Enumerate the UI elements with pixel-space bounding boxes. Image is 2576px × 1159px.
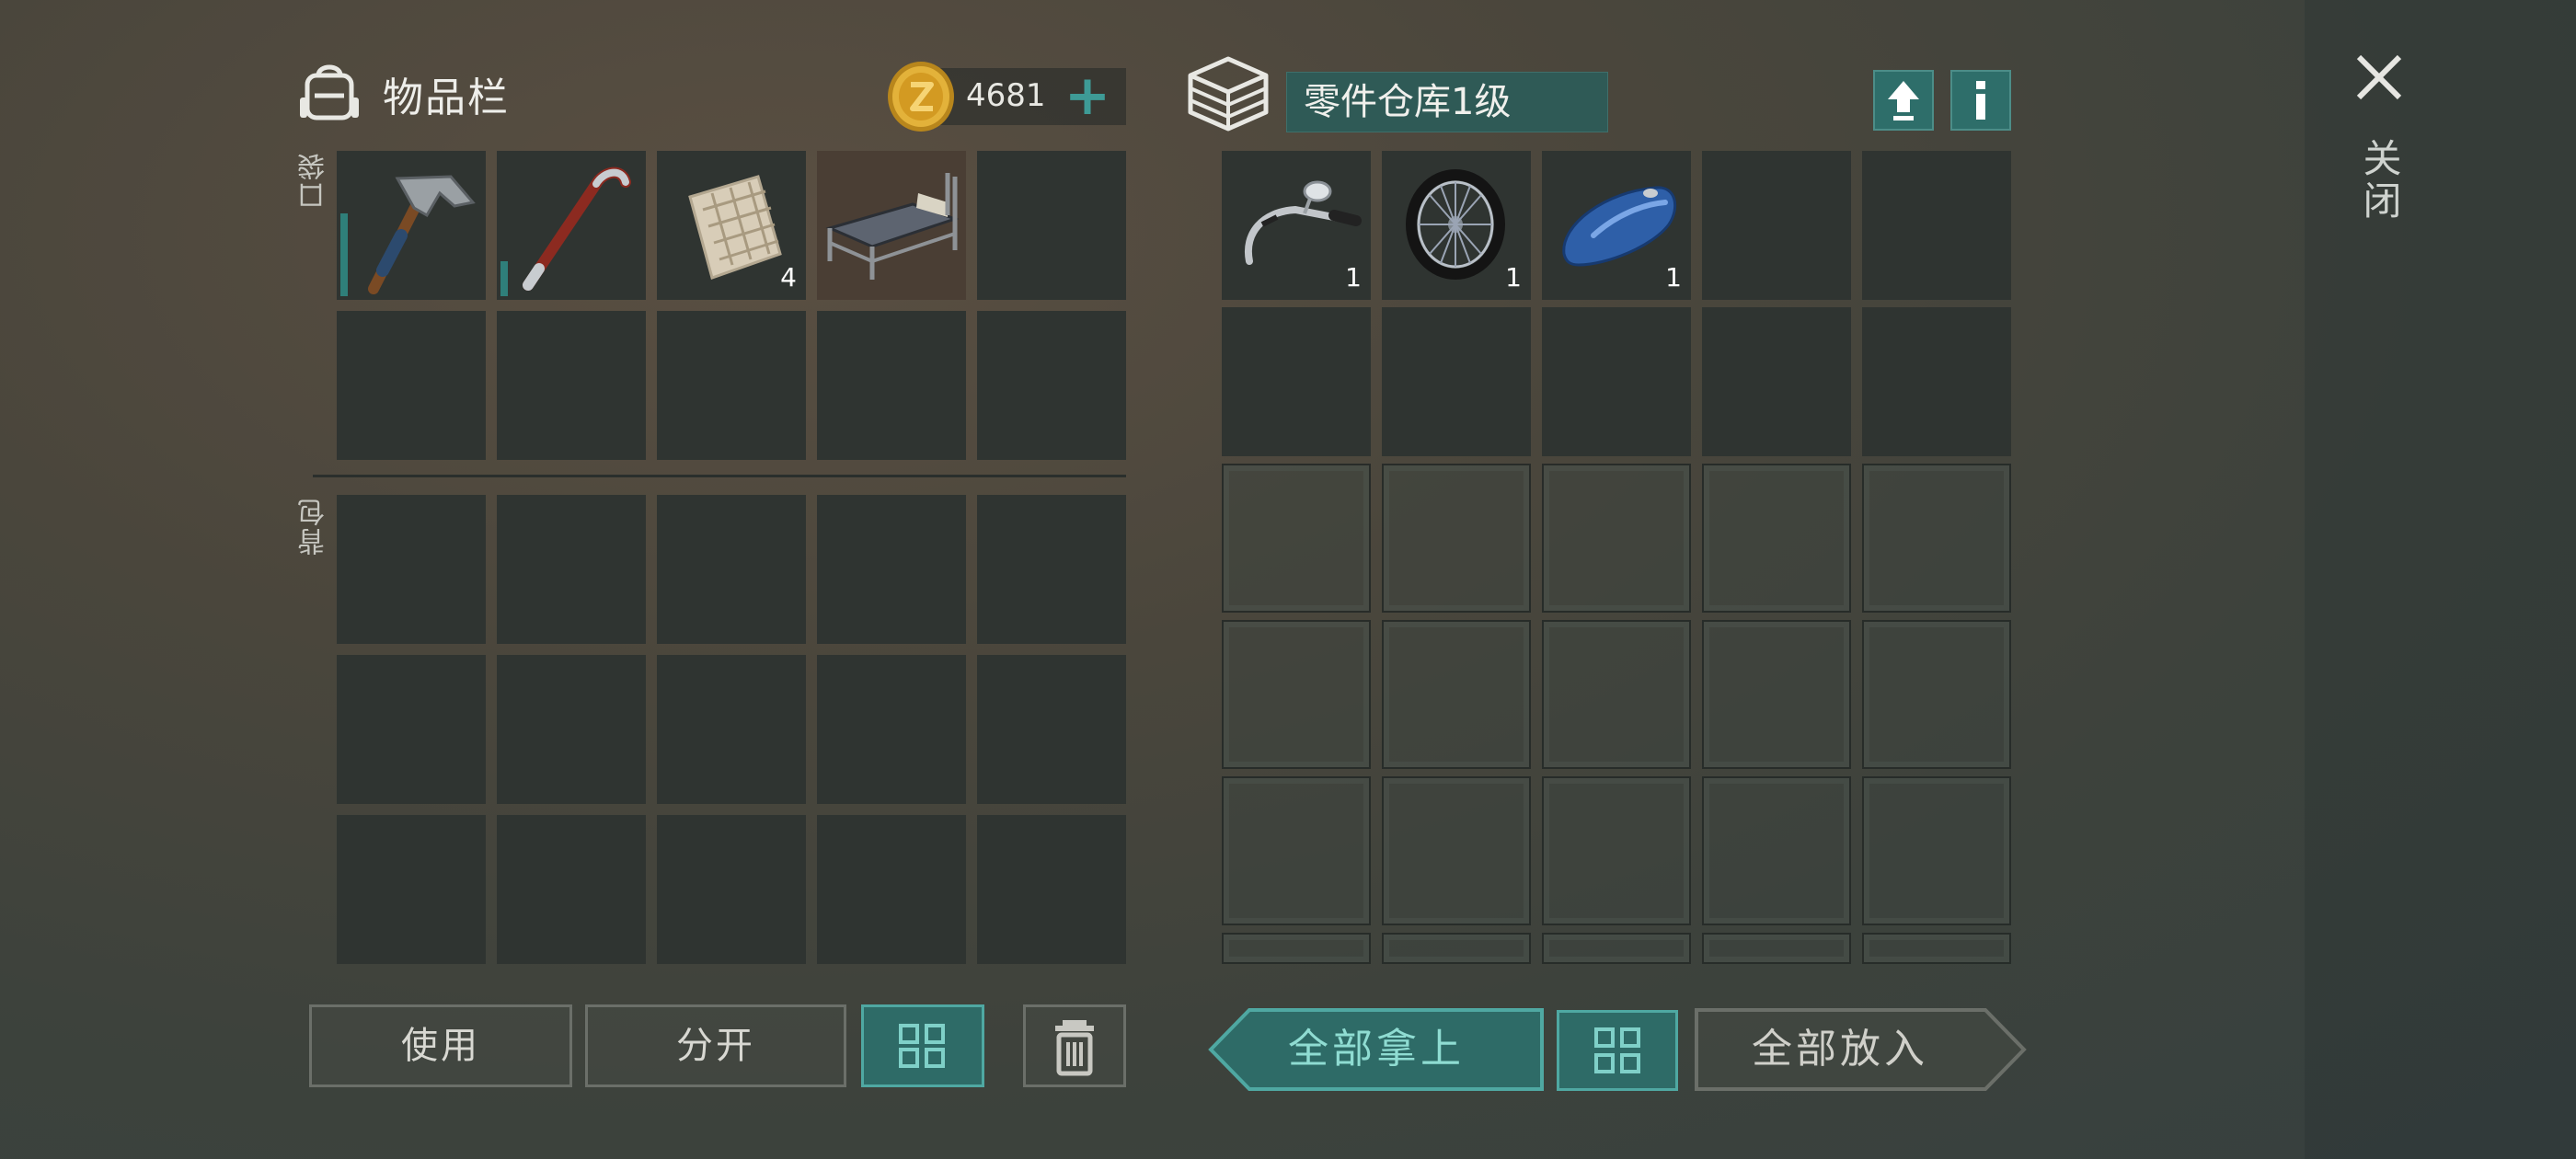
item-quantity: 4 <box>780 262 797 293</box>
pocket-slot-2[interactable] <box>497 151 646 300</box>
backpack-label: 背包 <box>298 497 330 556</box>
pocket-label: 口袋 <box>298 151 330 210</box>
storage-slot-4[interactable] <box>1702 151 1851 300</box>
take-all-button[interactable]: 全部拿上 <box>1207 1008 1546 1091</box>
put-all-button[interactable]: 全部放入 <box>1693 1008 2028 1091</box>
storage-slot-locked <box>1382 464 1531 613</box>
storage-slot-locked <box>1542 776 1691 925</box>
backpack-slot[interactable] <box>497 815 646 964</box>
backpack-slot[interactable] <box>337 655 486 804</box>
storage-title-box: 零件仓库1级 <box>1286 72 1608 132</box>
storage-slot-locked <box>1702 933 1851 964</box>
pocket-slot-7[interactable] <box>497 311 646 460</box>
pocket-slot-6[interactable] <box>337 311 486 460</box>
durability-bar <box>500 261 508 296</box>
backpack-slot[interactable] <box>817 655 966 804</box>
add-coins-button[interactable]: + <box>1062 68 1113 123</box>
pocket-slot-9[interactable] <box>817 311 966 460</box>
storage-slot-locked <box>1222 776 1371 925</box>
storage-crate-icon <box>1188 56 1269 132</box>
storage-slot-locked <box>1542 464 1691 613</box>
grid-sort-icon <box>1594 1027 1640 1073</box>
close-icon[interactable] <box>2352 50 2407 105</box>
upgrade-button[interactable] <box>1873 70 1934 131</box>
storage-slot-locked <box>1702 776 1851 925</box>
info-button[interactable] <box>1950 70 2011 131</box>
backpack-slot[interactable] <box>817 815 966 964</box>
storage-slot-locked <box>1862 933 2011 964</box>
storage-slot-5[interactable] <box>1862 151 2011 300</box>
backpack-slot[interactable] <box>657 495 806 644</box>
backpack-slot[interactable] <box>337 495 486 644</box>
backpack-slot[interactable] <box>497 495 646 644</box>
storage-slot-locked <box>1862 776 2011 925</box>
pocket-slot-3[interactable]: 4 <box>657 151 806 300</box>
backpack-slot[interactable] <box>657 655 806 804</box>
pocket-slot-4[interactable] <box>817 151 966 300</box>
storage-title: 零件仓库1级 <box>1304 81 1512 123</box>
discard-button[interactable] <box>1023 1004 1126 1087</box>
pocket-slot-1[interactable] <box>337 151 486 300</box>
inventory-title: 物品栏 <box>383 75 510 121</box>
backpack-slot[interactable] <box>337 815 486 964</box>
trash-icon <box>1055 1020 1094 1076</box>
pocket-slot-5[interactable] <box>977 151 1126 300</box>
take-all-label: 全部拿上 <box>1288 1026 1465 1073</box>
storage-slot-10[interactable] <box>1862 307 2011 456</box>
section-divider <box>313 475 1126 477</box>
backpack-slot[interactable] <box>977 815 1126 964</box>
storage-slot-locked <box>1542 620 1691 769</box>
put-all-label: 全部放入 <box>1752 1026 1928 1073</box>
backpack-slot[interactable] <box>817 495 966 644</box>
storage-slot-7[interactable] <box>1382 307 1531 456</box>
pocket-slot-10[interactable] <box>977 311 1126 460</box>
coin-icon <box>888 62 954 132</box>
backpack-slot[interactable] <box>977 655 1126 804</box>
sort-storage-button[interactable] <box>1557 1010 1678 1091</box>
backpack-slot[interactable] <box>497 655 646 804</box>
sort-inventory-button[interactable] <box>861 1004 984 1087</box>
storage-slot-locked <box>1702 464 1851 613</box>
storage-slot-locked <box>1862 620 2011 769</box>
storage-slot-2[interactable]: 1 <box>1382 151 1531 300</box>
backpack-icon <box>300 64 359 120</box>
pocket-slot-8[interactable] <box>657 311 806 460</box>
backpack-slot[interactable] <box>977 495 1126 644</box>
storage-slot-locked <box>1222 464 1371 613</box>
hammer-icon <box>368 175 476 294</box>
bed-icon <box>825 173 960 280</box>
storage-slot-locked <box>1222 620 1371 769</box>
coin-amount: 4681 <box>966 77 1046 114</box>
storage-slot-6[interactable] <box>1222 307 1371 456</box>
storage-slot-locked <box>1862 464 2011 613</box>
storage-slot-locked <box>1222 933 1371 964</box>
storage-slot-8[interactable] <box>1542 307 1691 456</box>
storage-slot-9[interactable] <box>1702 307 1851 456</box>
upgrade-arrow-icon <box>1888 81 1919 120</box>
item-quantity: 1 <box>1345 262 1362 293</box>
storage-slot-3[interactable]: 1 <box>1542 151 1691 300</box>
storage-slot-locked <box>1382 933 1531 964</box>
storage-slot-locked <box>1542 933 1691 964</box>
durability-bar <box>340 213 348 296</box>
storage-slot-locked <box>1382 776 1531 925</box>
item-quantity: 1 <box>1665 262 1682 293</box>
storage-slot-locked <box>1382 620 1531 769</box>
split-button[interactable]: 分开 <box>585 1004 846 1087</box>
storage-slot-1[interactable]: 1 <box>1222 151 1371 300</box>
use-button[interactable]: 使用 <box>309 1004 572 1087</box>
item-quantity: 1 <box>1505 262 1522 293</box>
backpack-slot[interactable] <box>657 815 806 964</box>
crowbar-icon <box>523 166 631 291</box>
info-icon <box>1976 81 1985 120</box>
right-shade <box>2305 0 2576 1159</box>
grid-sort-icon <box>899 1024 945 1068</box>
storage-slot-locked <box>1702 620 1851 769</box>
close-label[interactable]: 关闭 <box>2357 138 2402 223</box>
